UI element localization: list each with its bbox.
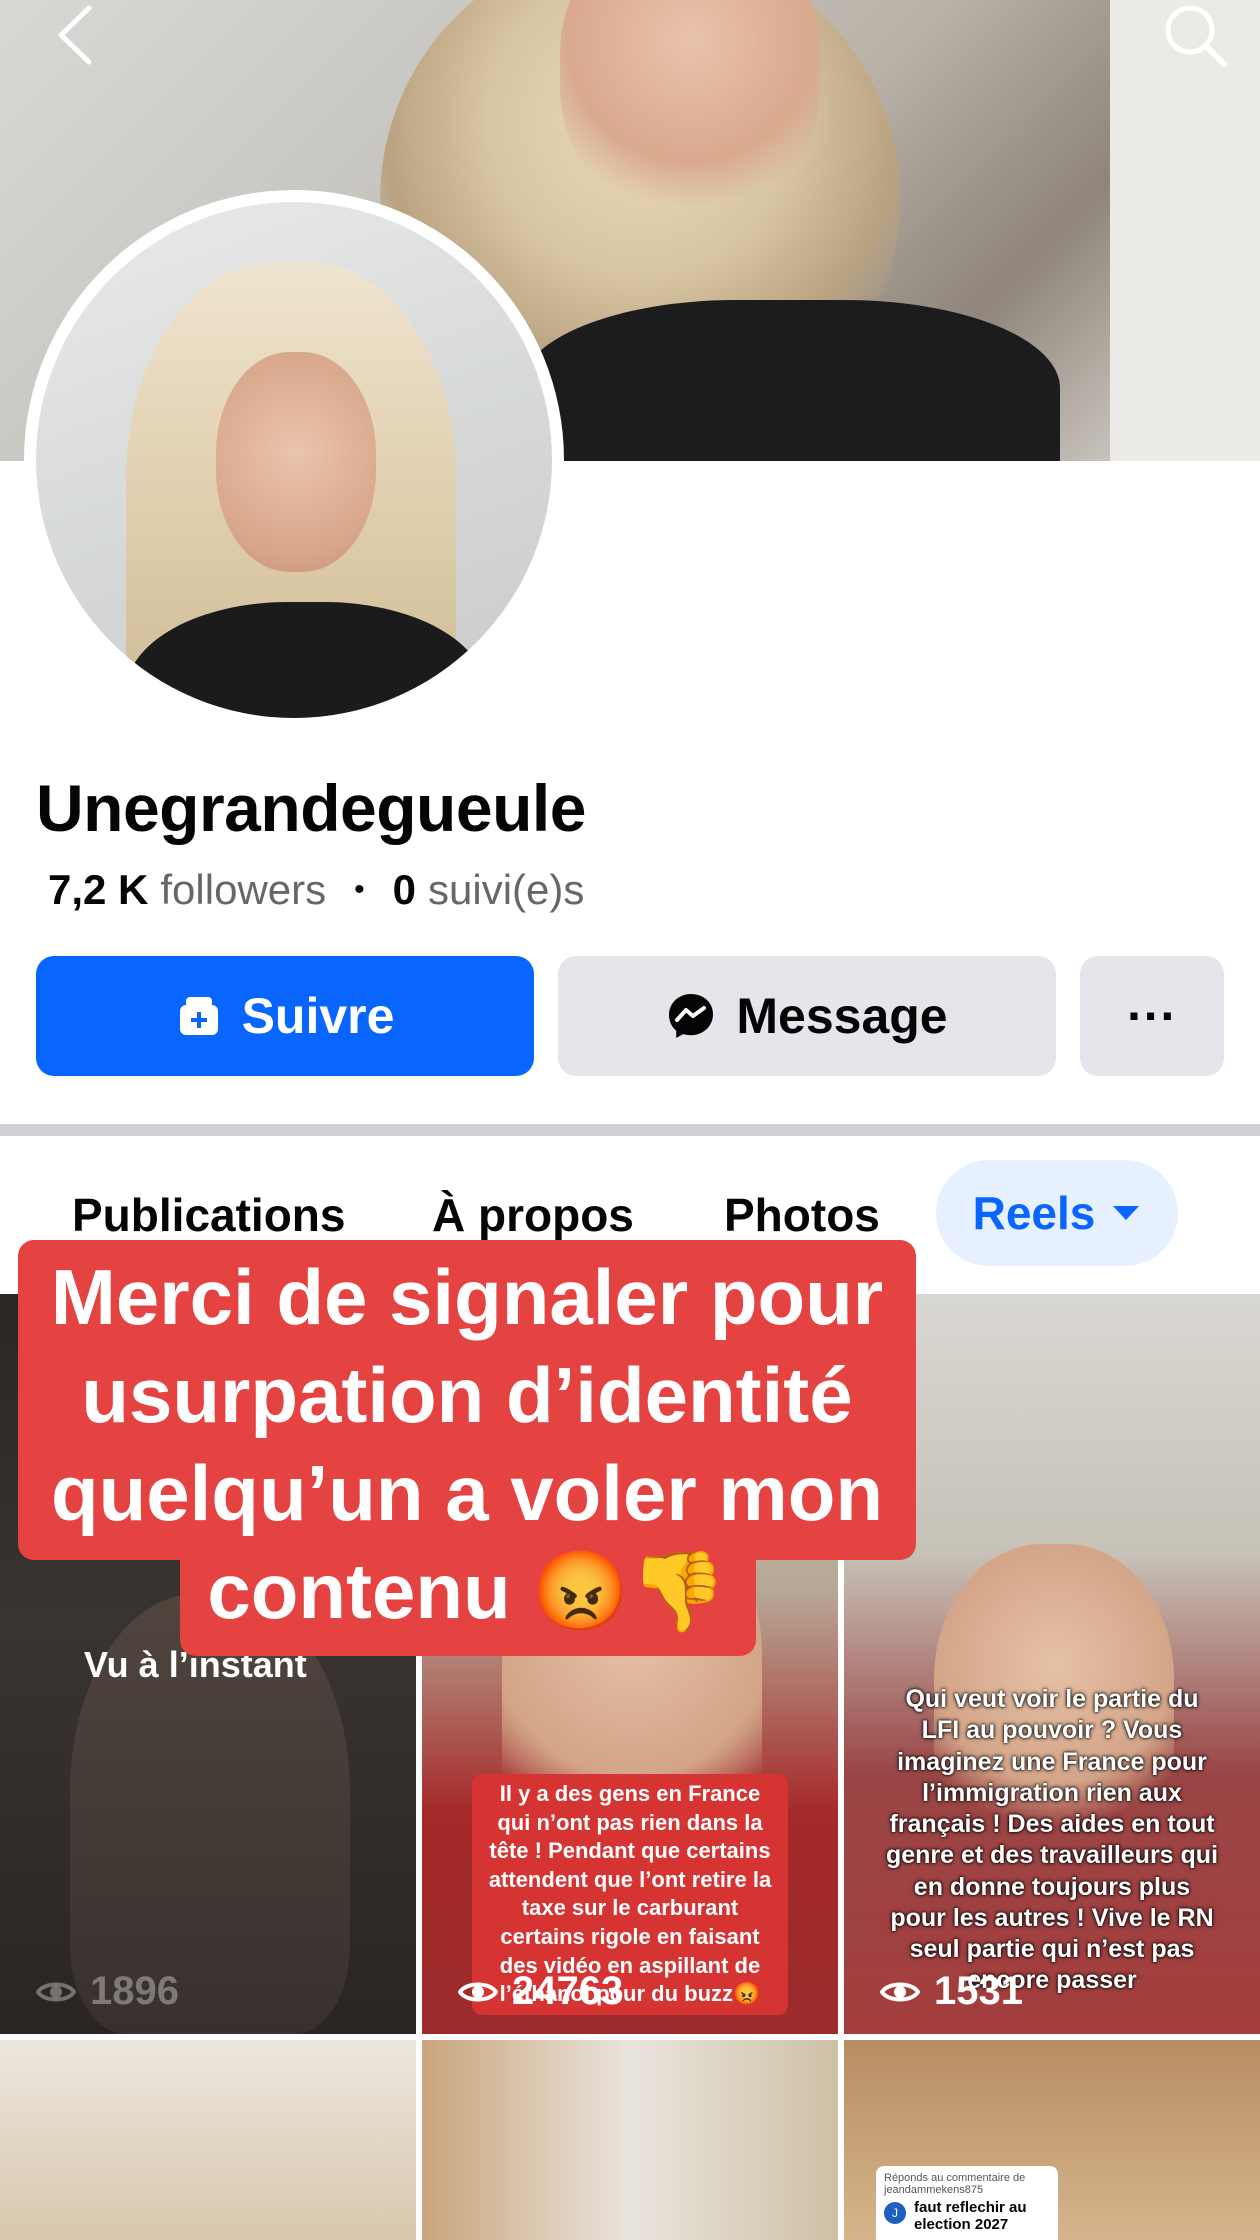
chevron-down-icon <box>1111 1204 1141 1222</box>
eye-icon <box>458 1978 498 2006</box>
more-options-button[interactable]: ··· <box>1080 956 1224 1076</box>
messenger-icon <box>666 991 716 1041</box>
reply-text: faut reflechir au election 2027 <box>914 2199 1027 2233</box>
reel-views-count: 24763 <box>512 1969 624 2013</box>
back-icon[interactable] <box>30 0 120 70</box>
commenter-avatar: J <box>884 2202 906 2224</box>
followers-count[interactable]: 7,2 K <box>48 866 148 914</box>
reel-thumbnail[interactable] <box>422 2040 838 2240</box>
reel-thumbnail[interactable] <box>0 2040 416 2240</box>
reel-caption: Qui veut voir le partie du LFI au pouvoi… <box>885 1685 1219 1995</box>
eye-icon <box>36 1978 76 2006</box>
section-divider <box>0 1124 1260 1136</box>
reel-thumbnail[interactable]: Réponds au commentaire de jeandammekens8… <box>844 2040 1260 2240</box>
reel-views-count: 1531 <box>934 1969 1023 2013</box>
more-icon: ··· <box>1127 988 1177 1044</box>
profile-avatar[interactable] <box>24 190 564 730</box>
separator-dot: • <box>354 873 365 906</box>
reel-views: 24763 <box>458 1969 623 2014</box>
profile-stats: 7,2 K followers • 0 suivi(e)s <box>48 866 584 914</box>
following-count[interactable]: 0 <box>393 866 416 914</box>
reel-views: 1531 <box>880 1969 1023 2014</box>
reply-header: Réponds au commentaire de jeandammekens8… <box>884 2172 1026 2196</box>
followers-label[interactable]: followers <box>160 866 326 914</box>
reel-views: 1896 <box>36 1969 179 2014</box>
message-button[interactable]: Message <box>558 956 1056 1076</box>
warning-banner-text: Merci de signaler pour usurpation d’iden… <box>50 1253 884 1635</box>
search-icon[interactable] <box>1150 0 1240 70</box>
reply-comment-card: Réponds au commentaire de jeandammekens8… <box>876 2166 1058 2240</box>
following-label[interactable]: suivi(e)s <box>428 866 584 914</box>
follow-button[interactable]: Suivre <box>36 956 534 1076</box>
eye-icon <box>880 1978 920 2006</box>
reel-views-count: 1896 <box>90 1969 179 2013</box>
follow-label: Suivre <box>241 988 395 1044</box>
avatar-photo <box>36 202 552 718</box>
follow-icon <box>176 993 222 1039</box>
tab-reels[interactable]: Reels <box>936 1160 1178 1266</box>
avatar-face <box>216 352 376 572</box>
profile-name: Unegrandegueule <box>36 771 586 845</box>
message-label: Message <box>736 988 948 1044</box>
cover-shirt <box>520 300 1060 461</box>
tab-reels-label: Reels <box>972 1187 1096 1239</box>
